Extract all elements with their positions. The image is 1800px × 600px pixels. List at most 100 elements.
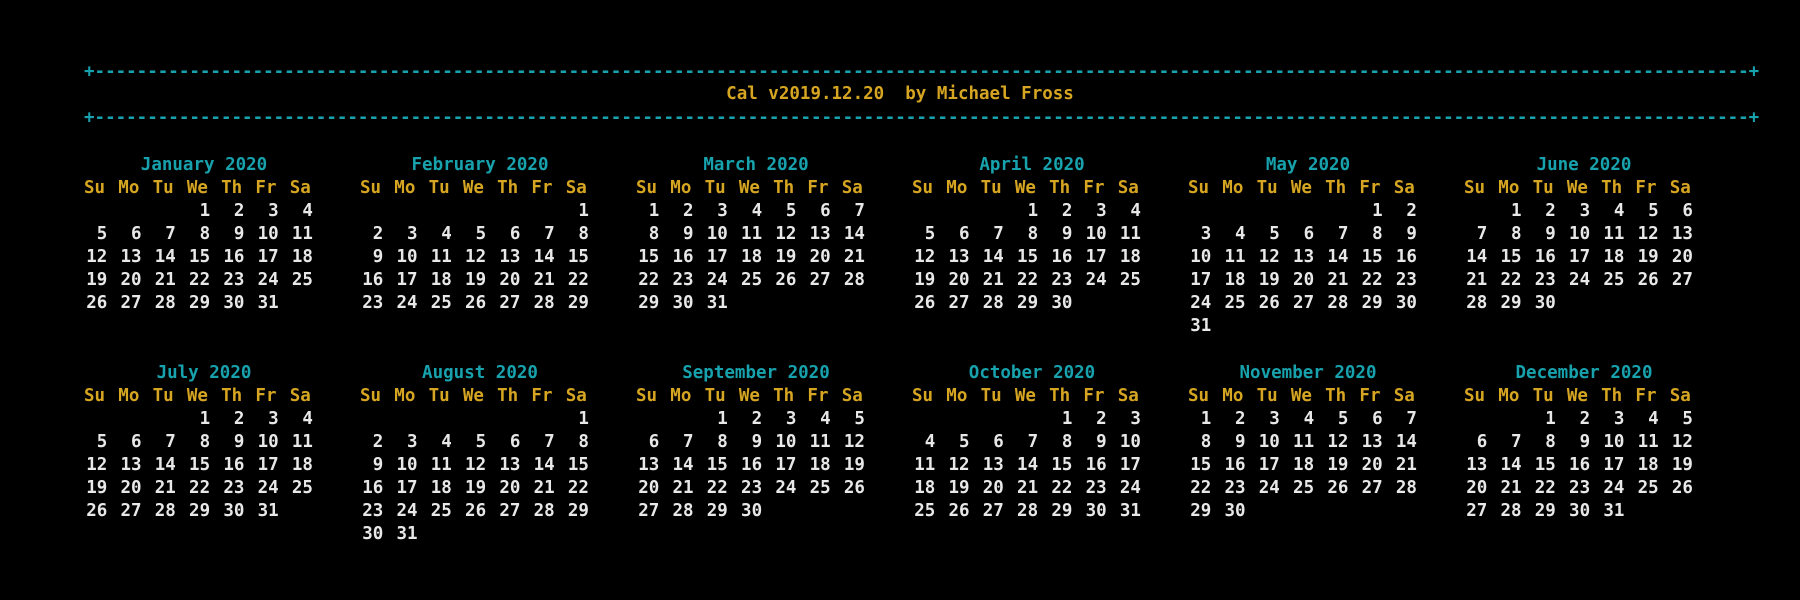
day-cell: 4: [924, 432, 936, 452]
day-cell: 31: [1603, 501, 1625, 521]
weekday-label: Th: [221, 386, 243, 406]
day-cell: 14: [1327, 247, 1349, 267]
day-cell: 25: [1603, 270, 1625, 290]
weekday-label: Th: [773, 386, 795, 406]
day-cell: 10: [1190, 247, 1212, 267]
day-cell: [463, 408, 497, 431]
day-cell: 3: [1579, 201, 1591, 221]
weekday-label: Mo: [670, 178, 692, 198]
day-cell: 3: [407, 432, 418, 452]
day-cell: 24: [1603, 478, 1625, 498]
day-cell: [1325, 200, 1359, 223]
day-cell: 23: [223, 270, 245, 290]
week-row: 22 23 24 25 26 27 28: [636, 269, 876, 292]
weekday-label: Su: [636, 386, 658, 406]
day-cell: 10: [1569, 224, 1591, 244]
day-cell: 29: [1361, 293, 1383, 313]
day-cell: 28: [154, 501, 176, 521]
week-row: 8 9 10 11 12 13 14: [636, 223, 876, 246]
day-cell: 25: [914, 501, 936, 521]
day-cell: 11: [809, 432, 831, 452]
month-block: February 2020 Su Mo Tu We Th Fr Sa 1 2 3 4 5 6 7 8 9 10 11…: [360, 154, 600, 315]
day-cell: 27: [1361, 478, 1383, 498]
day-cell: 2: [1235, 409, 1246, 429]
day-cell: 21: [533, 478, 555, 498]
weekday-label: Th: [497, 178, 519, 198]
week-row: 11 12 13 14 15 16 17: [912, 454, 1152, 477]
weekday-label: Sa: [289, 178, 311, 198]
day-cell: 12: [1327, 432, 1349, 452]
day-cell: 10: [1119, 432, 1141, 452]
day-cell: [531, 523, 565, 546]
day-cell: 13: [1671, 224, 1693, 244]
day-cell: 24: [1569, 270, 1591, 290]
day-cell: 18: [430, 478, 452, 498]
day-cell: 18: [741, 247, 763, 267]
day-cell: 20: [120, 478, 142, 498]
day-cell: 22: [706, 478, 728, 498]
week-row: 27 28 29 30 31: [1464, 500, 1704, 523]
month-title: June 2020: [1536, 155, 1632, 175]
month-title: April 2020: [979, 155, 1085, 175]
day-cell: 16: [1395, 247, 1417, 267]
day-cell: [636, 408, 670, 431]
day-cell: 23: [362, 293, 384, 313]
day-cell: 12: [1671, 432, 1693, 452]
week-row: 25 26 27 28 29 30 31: [912, 500, 1152, 523]
day-cell: 21: [1395, 455, 1417, 475]
month-title: September 2020: [682, 363, 830, 383]
day-cell: 21: [1017, 478, 1039, 498]
day-cell: [1359, 500, 1393, 523]
weekday-header-row: Su Mo Tu We Th Fr Sa: [912, 385, 1152, 408]
day-cell: 19: [914, 270, 936, 290]
weekday-label: Mo: [1498, 386, 1520, 406]
day-cell: 28: [1500, 501, 1522, 521]
weekday-label: Sa: [841, 386, 863, 406]
weekday-label: Tu: [704, 386, 726, 406]
day-cell: 13: [1293, 247, 1315, 267]
day-cell: [912, 408, 946, 431]
day-cell: 19: [465, 478, 487, 498]
day-cell: 14: [843, 224, 865, 244]
day-cell: 8: [1372, 224, 1383, 244]
day-cell: 27: [499, 293, 521, 313]
day-cell: 15: [1534, 455, 1556, 475]
day-cell: 22: [567, 270, 589, 290]
day-cell: 13: [1466, 455, 1488, 475]
day-cell: 9: [372, 455, 384, 475]
day-cell: 23: [1224, 478, 1246, 498]
week-row: 20 21 22 23 24 25 26: [1464, 477, 1704, 500]
day-cell: 17: [396, 270, 418, 290]
weekday-label: We: [738, 178, 760, 198]
week-row: 1 2 3 4: [84, 200, 324, 223]
weekday-label: Fr: [807, 178, 829, 198]
day-cell: 23: [1051, 270, 1073, 290]
day-cell: 28: [1017, 501, 1039, 521]
day-cell: 29: [1190, 501, 1212, 521]
day-cell: 4: [441, 224, 452, 244]
week-row: 1 2 3 4 5 6 7: [636, 200, 876, 223]
week-row: 26 27 28 29 30: [912, 292, 1152, 315]
day-cell: 28: [1395, 478, 1417, 498]
header-rule-top: +---------------------------------------…: [84, 62, 1760, 82]
day-cell: 24: [1190, 293, 1212, 313]
day-cell: 22: [1017, 270, 1039, 290]
weekday-label: Tu: [152, 178, 174, 198]
day-cell: 6: [1372, 409, 1383, 429]
week-row: 20 21 22 23 24 25 26: [636, 477, 876, 500]
month-block: January 2020 Su Mo Tu We Th Fr Sa 1 2 3 4 5 6 7 8 9 10 11 1…: [84, 154, 324, 315]
day-cell: [1291, 500, 1325, 523]
day-cell: 22: [189, 270, 211, 290]
day-cell: 29: [1051, 501, 1073, 521]
day-cell: 3: [1269, 409, 1280, 429]
weekday-label: Sa: [1393, 386, 1415, 406]
day-cell: 19: [1327, 455, 1349, 475]
day-cell: 16: [1051, 247, 1073, 267]
day-cell: 22: [1361, 270, 1383, 290]
week-row: 22 23 24 25 26 27 28: [1188, 477, 1428, 500]
day-cell: 4: [1613, 201, 1625, 221]
day-cell: 20: [120, 270, 142, 290]
week-row: 13 14 15 16 17 18 19: [1464, 454, 1704, 477]
day-cell: 10: [396, 247, 418, 267]
day-cell: 26: [86, 501, 108, 521]
